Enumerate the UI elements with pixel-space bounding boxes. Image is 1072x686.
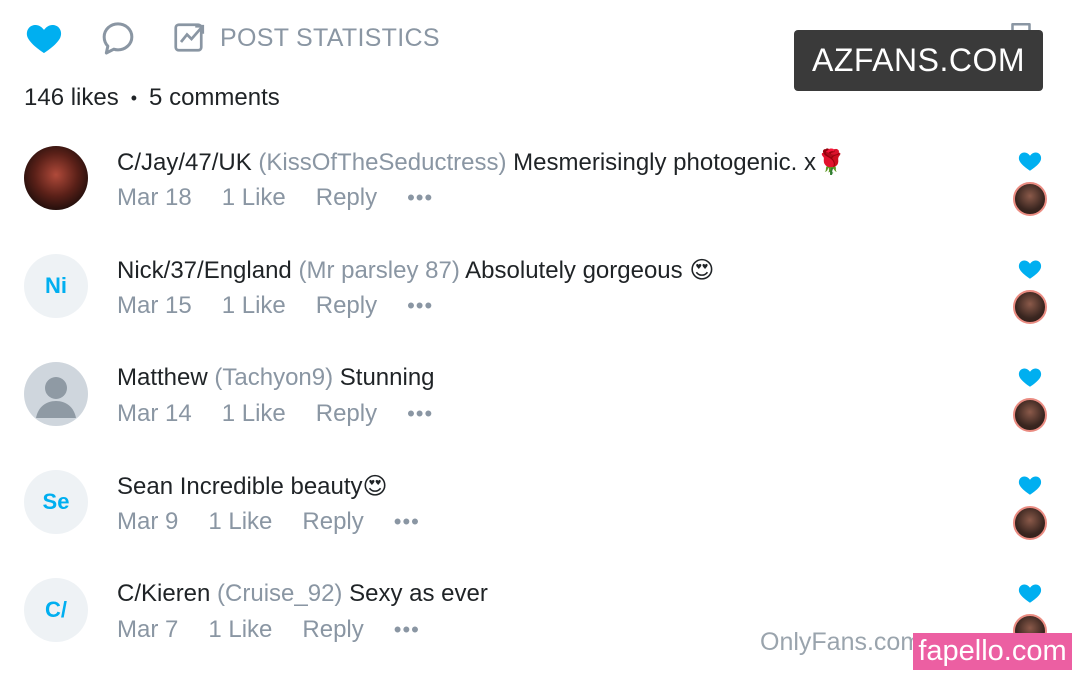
more-options-icon[interactable]: ••• [394, 509, 420, 535]
comment-likes[interactable]: 1 Like [222, 400, 286, 428]
more-options-icon[interactable]: ••• [407, 293, 433, 319]
creator-liked-avatar [1013, 290, 1047, 324]
comment-meta: Mar 18 1 Like Reply ••• [117, 184, 463, 212]
comment-handle[interactable]: (Mr parsley 87) [298, 257, 459, 284]
comment-like-heart-icon[interactable] [1017, 256, 1043, 287]
comment-date: Mar 7 [117, 616, 179, 643]
comment-author[interactable]: C/Jay/47/UK [117, 149, 252, 176]
comment-likes[interactable]: 1 Like [222, 292, 286, 320]
comment-date: Mar 14 [117, 400, 192, 427]
comment-text: Stunning [339, 364, 435, 391]
reply-button[interactable]: Reply [316, 184, 377, 212]
likes-count[interactable]: 146 likes [24, 84, 119, 112]
comment-text: Mesmerisingly photogenic. x🌹 [513, 149, 846, 176]
creator-liked-avatar [1013, 182, 1047, 216]
comment-like-heart-icon[interactable] [1017, 148, 1043, 179]
comment-like-heart-icon[interactable] [1017, 472, 1043, 503]
more-options-icon[interactable]: ••• [407, 401, 433, 427]
onlyfans-watermark: OnlyFans.com [760, 628, 922, 656]
comment-date: Mar 18 [117, 184, 192, 211]
fapello-watermark: fapello.com [913, 633, 1072, 670]
reply-button[interactable]: Reply [316, 400, 377, 428]
like-heart-icon[interactable] [24, 18, 64, 63]
comments-count[interactable]: 5 comments [149, 84, 280, 112]
comment-text: Sexy as ever [349, 580, 488, 607]
comment-likes[interactable]: 1 Like [208, 508, 272, 536]
summary-separator: • [130, 87, 138, 108]
more-options-icon[interactable]: ••• [394, 617, 420, 643]
comment-meta: Mar 15 1 Like Reply ••• [117, 292, 463, 320]
comment-author[interactable]: Nick/37/England [117, 257, 292, 284]
avatar[interactable]: C/ [24, 578, 88, 642]
creator-liked-avatar [1013, 398, 1047, 432]
comment-text: Incredible beauty😍 [179, 473, 388, 500]
comment-date: Mar 9 [117, 508, 179, 535]
comment-meta: Mar 7 1 Like Reply ••• [117, 616, 450, 644]
avatar[interactable] [24, 146, 88, 210]
comment-meta: Mar 14 1 Like Reply ••• [117, 400, 463, 428]
avatar[interactable] [24, 362, 88, 426]
comment-handle[interactable]: (Tachyon9) [214, 364, 333, 391]
comment-handle[interactable]: (KissOfTheSeductress) [258, 149, 506, 176]
chart-icon [172, 18, 208, 59]
reply-button[interactable]: Reply [302, 616, 363, 644]
comment-body: C/Jay/47/UK (KissOfTheSeductress) Mesmer… [117, 148, 846, 177]
post-summary: 146 likes • 5 comments [24, 84, 280, 112]
default-user-icon [36, 377, 76, 418]
comment-like-heart-icon[interactable] [1017, 580, 1043, 611]
comment-icon[interactable] [98, 18, 138, 63]
comment-meta: Mar 9 1 Like Reply ••• [117, 508, 450, 536]
comment-handle[interactable]: (Cruise_92) [217, 580, 342, 607]
reply-button[interactable]: Reply [316, 292, 377, 320]
comment-likes[interactable]: 1 Like [222, 184, 286, 212]
comment-item: Ni Nick/37/England (Mr parsley 87) Absol… [0, 254, 1072, 362]
azfans-watermark: AZFANS.COM [794, 30, 1043, 91]
comment-author[interactable]: Sean [117, 473, 173, 500]
comment-like-heart-icon[interactable] [1017, 364, 1043, 395]
post-statistics-button[interactable]: POST STATISTICS [172, 18, 440, 59]
comment-body: Matthew (Tachyon9) Stunning [117, 364, 435, 392]
comment-date: Mar 15 [117, 292, 192, 319]
avatar[interactable]: Se [24, 470, 88, 534]
post-statistics-label: POST STATISTICS [220, 24, 440, 52]
comment-author[interactable]: C/Kieren [117, 580, 210, 607]
comment-text: Absolutely gorgeous 😍 [465, 257, 715, 284]
reply-button[interactable]: Reply [302, 508, 363, 536]
comment-body: Nick/37/England (Mr parsley 87) Absolute… [117, 256, 714, 285]
comment-item: C/Jay/47/UK (KissOfTheSeductress) Mesmer… [0, 146, 1072, 254]
comment-likes[interactable]: 1 Like [208, 616, 272, 644]
more-options-icon[interactable]: ••• [407, 185, 433, 211]
creator-liked-avatar [1013, 506, 1047, 540]
comment-body: C/Kieren (Cruise_92) Sexy as ever [117, 580, 488, 608]
comment-item: Se Sean Incredible beauty😍 Mar 9 1 Like … [0, 470, 1072, 578]
comment-body: Sean Incredible beauty😍 [117, 472, 388, 501]
avatar[interactable]: Ni [24, 254, 88, 318]
comment-author[interactable]: Matthew [117, 364, 208, 391]
comment-item: Matthew (Tachyon9) Stunning Mar 14 1 Lik… [0, 362, 1072, 470]
